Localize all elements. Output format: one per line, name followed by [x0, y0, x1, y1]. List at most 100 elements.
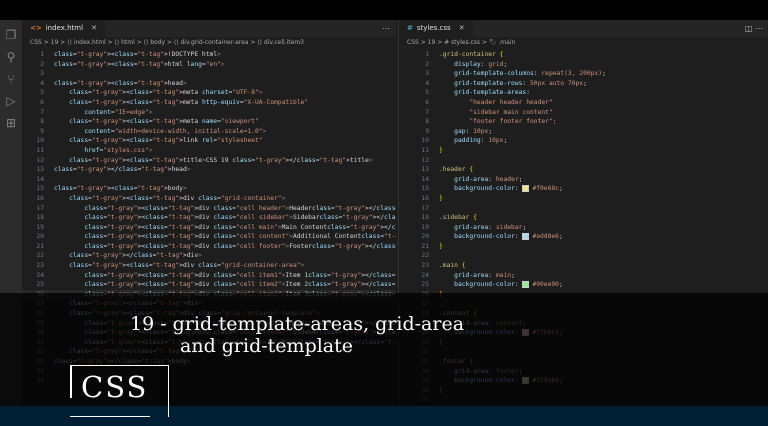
code-line[interactable]: 2 display: grid; — [399, 60, 768, 70]
search-icon[interactable]: ⚲ — [4, 50, 18, 64]
line-number: 2 — [40, 60, 44, 68]
line-number: 13 — [36, 166, 44, 174]
code-line[interactable]: 7 content="IE=edge"> — [22, 108, 396, 118]
code-line[interactable]: 19 class="t-gray"><class="t-tag">div cla… — [22, 223, 396, 233]
line-number: 16 — [421, 194, 429, 202]
code-line[interactable]: 7 "sidebar main content" — [399, 108, 768, 118]
source-control-icon[interactable]: ⑂ — [4, 72, 18, 86]
code-line[interactable]: 22 — [399, 251, 768, 261]
line-number: 21 — [36, 242, 44, 250]
more-actions-icon[interactable]: ⋯ — [382, 20, 390, 37]
code-line[interactable]: 12 — [399, 156, 768, 166]
line-text: .main { — [439, 262, 466, 270]
code-line[interactable]: 10 padding: 10px; — [399, 136, 768, 146]
line-number: 12 — [36, 156, 44, 164]
run-debug-icon[interactable]: ▷ — [4, 94, 18, 108]
code-line[interactable]: 5 class="t-gray"><class="t-tag">meta cha… — [22, 88, 396, 98]
code-line[interactable]: 21} — [399, 242, 768, 252]
code-line[interactable]: 21 class="t-gray"><class="t-tag">div cla… — [22, 242, 396, 252]
line-number: 17 — [421, 204, 429, 212]
code-line[interactable]: 3 grid-template-columns: repeat(3, 200px… — [399, 69, 768, 79]
line-number: 11 — [36, 146, 44, 154]
line-number: 22 — [36, 252, 44, 260]
code-line[interactable]: 16} — [399, 194, 768, 204]
color-swatch[interactable] — [522, 232, 530, 240]
code-line[interactable]: 2 class="t-gray"><class="t-tag">html lang… — [22, 60, 396, 70]
code-line[interactable]: 5 grid-template-areas: — [399, 88, 768, 98]
code-line[interactable]: 3 — [22, 69, 396, 79]
close-icon[interactable]: ✕ — [459, 24, 465, 32]
code-line[interactable]: 1 class="t-gray"><class="t-tag">!DOCTYPE … — [22, 50, 396, 60]
code-line[interactable]: 12 class="t-gray"><class="t-tag">title>C… — [22, 156, 396, 166]
line-text: href="styles.css"> — [84, 146, 153, 154]
code-line[interactable]: 8 class="t-gray"><class="t-tag">meta nam… — [22, 117, 396, 127]
code-line[interactable]: 19 grid-area: sidebar; — [399, 223, 768, 233]
code-line[interactable]: 11 href="styles.css"> — [22, 146, 396, 156]
code-line[interactable]: 9 content="width=device-width, initial-s… — [22, 127, 396, 137]
code-line[interactable]: 11} — [399, 146, 768, 156]
line-text: .grid-container { — [439, 51, 504, 58]
code-line[interactable]: 8 "footer footer footer"; — [399, 117, 768, 127]
code-line[interactable]: 1 .grid-container { — [399, 50, 768, 60]
code-line[interactable]: 15 background-color: #f0e68c; — [399, 184, 768, 194]
code-line[interactable]: 25 class="t-gray"><class="t-tag">div cla… — [22, 280, 396, 290]
code-line[interactable]: 17 class="t-gray"><class="t-tag">div cla… — [22, 204, 396, 214]
line-number: 13 — [421, 166, 429, 174]
tab-index-html[interactable]: <> index.html ✕ — [22, 20, 105, 37]
code-line[interactable]: 4 class="t-gray"><class="t-tag">head> — [22, 79, 396, 89]
line-text: class="t-gray">< — [84, 233, 146, 241]
code-line[interactable]: 18 class="t-gray"><class="t-tag">div cla… — [22, 213, 396, 223]
line-text: background-color: #add8e6; — [454, 232, 563, 241]
code-line[interactable]: 24 class="t-gray"><class="t-tag">div cla… — [22, 271, 396, 281]
close-icon[interactable]: ✕ — [91, 24, 97, 32]
line-number: 14 — [421, 175, 429, 183]
color-swatch[interactable] — [522, 184, 530, 192]
code-line[interactable]: 25 background-color: #90ee90; — [399, 280, 768, 290]
line-number: 10 — [421, 137, 429, 145]
tab-styles-css[interactable]: # styles.css ✕ — [399, 20, 473, 37]
code-line[interactable]: 10 class="t-gray"><class="t-tag">link re… — [22, 136, 396, 146]
line-number: 4 — [425, 79, 429, 87]
line-text: class="t-gray">< — [84, 204, 146, 212]
code-line[interactable]: 16 class="t-gray"><class="t-tag">div cla… — [22, 194, 396, 204]
line-text: class="t-gray">< — [84, 271, 146, 279]
color-swatch[interactable] — [522, 280, 530, 288]
line-number: 18 — [421, 214, 429, 222]
extensions-icon[interactable]: ⊞ — [4, 116, 18, 130]
line-number: 4 — [40, 79, 44, 87]
breadcrumb[interactable]: CSS > 19 > # styles.css > 🏷 .main — [399, 37, 768, 48]
line-text: class="t-gray">< — [69, 137, 130, 145]
code-line[interactable]: 14 — [22, 175, 396, 185]
code-line[interactable]: 13 .header { — [399, 165, 768, 175]
code-line[interactable]: 18 .sidebar { — [399, 213, 768, 223]
breadcrumb[interactable]: CSS > 19 > ⟨⟩ index.html > ⟨⟩ html > ⟨⟩ … — [22, 37, 396, 48]
line-text: } — [439, 146, 443, 154]
code-line[interactable]: 6 class="t-gray"><class="t-tag">meta htt… — [22, 98, 396, 108]
code-line[interactable]: 24 grid-area: main; — [399, 271, 768, 281]
line-number: 12 — [421, 156, 429, 164]
line-text: class="t-gray">< — [54, 51, 115, 58]
split-editor-icon[interactable]: ◫ ⋯ — [745, 20, 763, 37]
line-text: .sidebar { — [439, 214, 477, 222]
files-icon[interactable]: ❐ — [4, 28, 18, 42]
code-line[interactable]: 23 class="t-gray"><class="t-tag">div cla… — [22, 261, 396, 271]
code-line[interactable]: 13 class="t-gray"></class="t-tag">head> — [22, 165, 396, 175]
code-line[interactable]: 14 grid-area: header; — [399, 175, 768, 185]
line-text: grid-template-rows: 50px auto 70px; — [454, 79, 587, 87]
code-line[interactable]: 6 "header header header" — [399, 98, 768, 108]
line-text: } — [439, 242, 443, 250]
line-text: } — [439, 194, 443, 202]
line-number: 14 — [36, 175, 44, 183]
line-number: 20 — [36, 233, 44, 241]
code-line[interactable]: 15 class="t-gray"><class="t-tag">body> — [22, 184, 396, 194]
code-line[interactable]: 22 class="t-gray"></class="t-tag">div> — [22, 251, 396, 261]
code-line[interactable]: 9 gap: 10px; — [399, 127, 768, 137]
code-line[interactable]: 20 class="t-gray"><class="t-tag">div cla… — [22, 232, 396, 242]
code-line[interactable]: 4 grid-template-rows: 50px auto 70px; — [399, 79, 768, 89]
code-line[interactable]: 20 background-color: #add8e6; — [399, 232, 768, 242]
line-text: grid-template-areas: — [454, 89, 530, 97]
code-line[interactable]: 17 — [399, 204, 768, 214]
line-text: class="t-gray">< — [54, 79, 115, 87]
code-line[interactable]: 23 .main { — [399, 261, 768, 271]
line-text: class="t-gray">< — [69, 98, 130, 106]
